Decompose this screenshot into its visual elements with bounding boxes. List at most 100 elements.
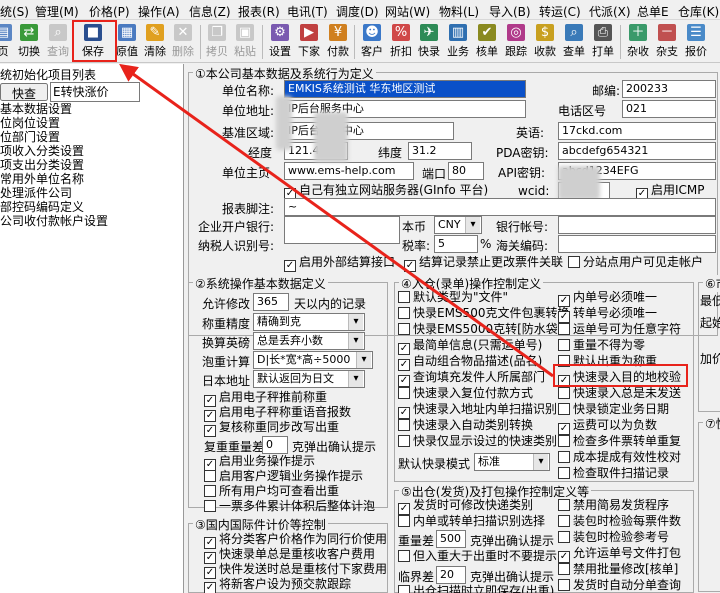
clear-button[interactable]: ✎ 清除 — [142, 21, 168, 63]
critical-diff-field[interactable]: 20 — [436, 566, 466, 584]
list-item[interactable]: 项收入分类设置 — [0, 144, 182, 158]
quick-search-input[interactable]: E转快涨价 — [50, 82, 140, 102]
copy-button[interactable]: ❐ 拷贝 — [204, 21, 230, 63]
prepay-tracking-checkbox[interactable]: ✓ 将新客户设为预交款跟踪 — [204, 577, 351, 593]
scale-voice-checkbox[interactable]: ✓ 启用电子秤称重语音报数 — [204, 405, 351, 422]
waybill-any-char-checkbox[interactable]: 运单号可为任意字符 — [558, 322, 681, 338]
downstream-button[interactable]: ▶ 下家 — [296, 21, 322, 63]
menu-info[interactable]: 信息(Z) — [189, 3, 231, 20]
menu-master[interactable]: 总单E — [637, 3, 669, 20]
bank-field[interactable] — [284, 216, 400, 244]
scan-address-checkbox[interactable]: ✓ 快速录入地址内单扫描识别 — [398, 402, 557, 419]
default-mode-select[interactable]: 标准 — [474, 453, 550, 471]
external-settlement-checkbox[interactable]: ✓ 启用外部结算接口 — [284, 255, 395, 272]
default-document-type-checkbox[interactable]: 默认类型为"文件" — [398, 290, 508, 306]
multi-piece-volume-checkbox[interactable]: 一票多件累计体积后整体计泡 — [204, 499, 375, 515]
list-item[interactable]: 部控码编码定义 — [0, 200, 182, 214]
menu-price[interactable]: 价格(P) — [89, 3, 130, 20]
settlement-lock-checkbox[interactable]: ✓ 结算记录禁止更改票件关联 — [404, 255, 563, 272]
tax-rate-field[interactable]: 5 — [434, 235, 478, 253]
list-item[interactable]: 常用外单位名称 — [0, 172, 182, 186]
quote-button[interactable]: ☰ 报价 — [683, 21, 709, 63]
menu-delivery[interactable]: 代派(X) — [589, 3, 631, 20]
menu-system[interactable]: 统(S) — [0, 3, 29, 20]
menu-material[interactable]: 物料(L) — [439, 3, 479, 20]
bank-account-field[interactable] — [558, 216, 716, 234]
zip-field[interactable]: 200233 — [622, 80, 716, 98]
peer-price-checkbox[interactable]: ✓ 将分类客户价格作为同行价使用 — [204, 532, 387, 549]
save-on-scan-checkbox[interactable]: 出仓扫描时立即保存(出重) — [398, 584, 554, 593]
page-button[interactable]: ▤ 页 — [0, 21, 16, 63]
fill-sender-dept-checkbox[interactable]: ✓ 查询填充发件人所属部门 — [398, 370, 545, 387]
all-users-weight-checkbox[interactable]: 所有用户均可查看出重 — [204, 484, 339, 500]
english-field[interactable]: 17ckd.com — [558, 122, 716, 140]
menu-report[interactable]: 报表(R) — [238, 3, 280, 20]
region-field[interactable]: IP后台服务中心 — [284, 122, 454, 140]
menu-import[interactable]: 导入(B) — [489, 3, 531, 20]
auto-item-desc-checkbox[interactable]: ✓ 自动组合物品描述(品名) — [398, 354, 542, 371]
menu-operate[interactable]: 操作(A) — [138, 3, 180, 20]
payment-button[interactable]: ¥ 付款 — [325, 21, 351, 63]
no-prompt-checkbox[interactable]: 但入重大于出重时不要提示 — [398, 549, 557, 565]
reweigh-diff-field[interactable]: 0 — [262, 436, 288, 454]
delete-button[interactable]: ✕ 删除 — [170, 21, 196, 63]
disable-simple-ship-checkbox[interactable]: 禁用简易发货程序 — [558, 498, 669, 514]
currency-select[interactable]: CNY — [434, 216, 482, 234]
auto-split-query-checkbox[interactable]: 发货时自动分单查询 — [558, 578, 681, 593]
ems5000-convert-checkbox[interactable]: 快录EMS5000克转[防水袋] — [398, 322, 562, 338]
query-button[interactable]: ⌕ 查询 — [45, 21, 71, 63]
negative-freight-checkbox[interactable]: ✓ 运费可以为负数 — [558, 418, 657, 435]
pack-check-ref-checkbox[interactable]: 装包时检验参考号 — [558, 530, 669, 546]
port-field[interactable]: 80 — [448, 162, 484, 180]
menu-telecom[interactable]: 电讯(T) — [287, 3, 328, 20]
reweigh-sync-checkbox[interactable]: ✓ 复核称重同步改写出重 — [204, 420, 339, 437]
commission-check-checkbox[interactable]: 成本提成有效性校对 — [558, 450, 681, 466]
latitude-field[interactable]: 31.2 — [408, 142, 472, 160]
business-button[interactable]: ▥ 业务 — [445, 21, 471, 63]
branch-visible-checkbox[interactable]: 分站点用户可见走帐户 — [568, 255, 703, 271]
misc-expense-button[interactable]: －杂支 — [654, 21, 680, 63]
list-item[interactable]: 处理派件公司 — [0, 186, 182, 200]
icmp-checkbox[interactable]: ✓ 启用ICMP — [636, 183, 705, 200]
check-order-button[interactable]: ⌕ 查单 — [561, 21, 587, 63]
unit-name-field[interactable]: EMKIS系统测试 华东地区测试 — [284, 80, 526, 98]
volume-weight-select[interactable]: D|长*宽*高÷5000 — [253, 351, 373, 369]
lock-business-date-checkbox[interactable]: 快录锁定业务日期 — [558, 402, 669, 418]
ems500-convert-checkbox[interactable]: 快录EMS500克文件包裹转换 — [398, 306, 569, 322]
show-set-categories-checkbox[interactable]: 快录仅显示设过的快速类别 — [398, 434, 557, 450]
recheck-downstream-fee-checkbox[interactable]: ✓ 快件发送时总是重核付下家费用 — [204, 562, 387, 579]
allow-doc-pack-checkbox[interactable]: ✓ 允许运单号文件打包 — [558, 546, 681, 563]
switch-button[interactable]: ⇄ 切换 — [16, 21, 42, 63]
allow-edit-days-field[interactable]: 365 — [253, 293, 289, 311]
weight-nonzero-checkbox[interactable]: 重量不得为零 — [558, 338, 645, 354]
track-button[interactable]: ◎ 跟踪 — [503, 21, 529, 63]
edit-category-checkbox[interactable]: ✓ 发货时可修改快递类别 — [398, 498, 533, 515]
list-item[interactable]: 公司收付款帐户设置 — [0, 214, 182, 228]
pound-conversion-select[interactable]: 总是丢弃小数 — [253, 332, 365, 350]
auto-category-checkbox[interactable]: 快速录入自动类别转换 — [398, 418, 533, 434]
restore-button[interactable]: ▦ 原值 — [114, 21, 140, 63]
print-button[interactable]: ⎙ 打单 — [590, 21, 616, 63]
paste-button[interactable]: ▣ 粘贴 — [232, 21, 258, 63]
transfer-no-unique-checkbox[interactable]: ✓ 转单号必须唯一 — [558, 306, 657, 323]
menu-transfer[interactable]: 转运(C) — [539, 3, 581, 20]
menu-website[interactable]: 网站(W) — [385, 3, 430, 20]
menu-manage[interactable]: 管理(M) — [35, 3, 79, 20]
misc-income-button[interactable]: ＋杂收 — [625, 21, 651, 63]
customer-button[interactable]: ☻ 客户 — [359, 21, 385, 63]
reset-payment-checkbox[interactable]: 快速录入复位付款方式 — [398, 386, 533, 402]
disable-batch-edit-checkbox[interactable]: 禁用批量修改[核单] — [558, 562, 678, 578]
pack-check-count-checkbox[interactable]: 装包时检验每票件数 — [558, 514, 681, 530]
recheck-customer-fee-checkbox[interactable]: ✓ 快速录单总是重核收客户费用 — [204, 547, 375, 564]
customer-tips-checkbox[interactable]: 启用客户逻辑业务操作提示 — [204, 469, 363, 485]
weigh-precision-select[interactable]: 精确到克 — [253, 313, 365, 331]
business-tips-checkbox[interactable]: ✓ 启用业务操作提示 — [204, 454, 315, 471]
own-server-checkbox[interactable]: ✓ 自己有独立网站服务器(GInfo 平台) — [284, 183, 488, 200]
receivable-button[interactable]: $ 收款 — [532, 21, 558, 63]
pickup-scan-checkbox[interactable]: 检查取件扫描记录 — [558, 466, 669, 482]
weight-diff-field[interactable]: 500 — [436, 530, 466, 548]
express-entry-button[interactable]: ✈ 快录 — [416, 21, 442, 63]
verify-button[interactable]: ✔ 核单 — [474, 21, 500, 63]
list-item[interactable]: 项支出分类设置 — [0, 158, 182, 172]
minimal-info-checkbox[interactable]: ✓ 最简单信息(只需运单号) — [398, 338, 542, 355]
